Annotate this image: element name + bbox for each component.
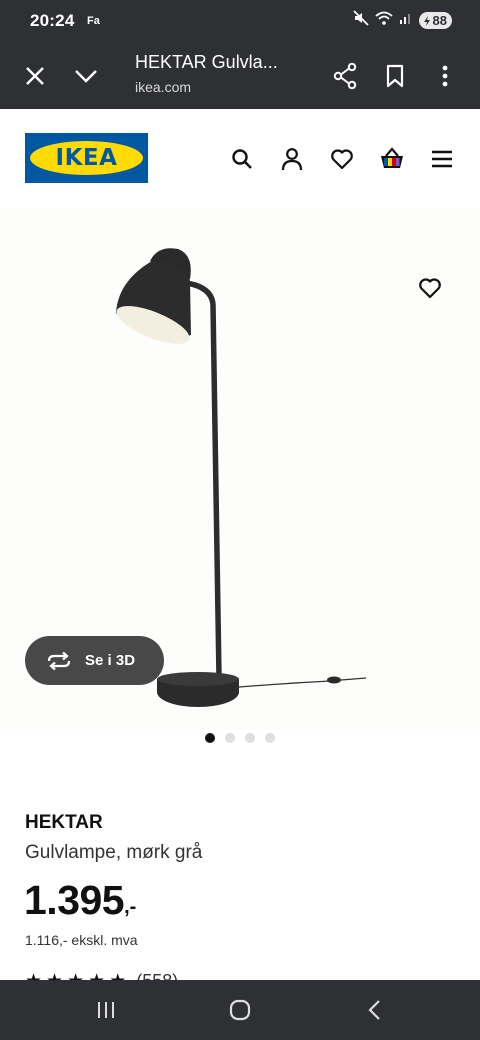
carousel-dot[interactable] [225,733,235,743]
status-app-indicator: Fa [87,15,100,27]
tab-title[interactable]: HEKTAR Gulvla... [135,52,278,73]
close-icon[interactable] [22,42,48,109]
view-3d-label: Se i 3D [85,652,136,669]
battery-icon: 88 [418,12,452,29]
price-suffix: ,- [124,896,137,918]
bookmark-icon[interactable] [383,42,407,109]
price-excl-vat: 1.116,- ekskl. mva [25,932,138,948]
wifi-icon [374,10,393,31]
mute-icon [352,10,369,31]
home-icon[interactable] [210,980,270,1040]
logo-oval: IKEA [30,141,143,175]
search-icon[interactable] [227,144,257,174]
heart-icon[interactable] [327,144,357,174]
back-icon[interactable] [345,980,405,1040]
battery-level: 88 [432,13,447,28]
logo-text: IKEA [55,145,118,171]
carousel-dot[interactable] [205,733,215,743]
favorite-button[interactable] [413,271,447,305]
browser-toolbar: HEKTAR Gulvla... ikea.com [0,42,480,109]
status-time: 20:24 [30,11,75,30]
status-icons: 88 [352,10,452,31]
product-price: 1.395 ,- [24,876,136,924]
site-header: IKEA [0,109,480,209]
price-amount: 1.395 [24,877,125,923]
carousel-dot[interactable] [245,733,255,743]
carousel-dot[interactable] [265,733,275,743]
more-vert-icon[interactable] [435,42,455,109]
system-nav-bar [0,980,480,1040]
ikea-logo[interactable]: IKEA [25,133,148,183]
menu-icon[interactable] [427,144,457,174]
account-icon[interactable] [277,144,307,174]
carousel-dots [0,733,480,743]
basket-icon[interactable] [377,144,407,174]
tab-url[interactable]: ikea.com [135,79,191,95]
view-3d-button[interactable]: Se i 3D [25,636,164,685]
rotate-3d-icon [47,651,71,670]
product-description: Gulvlampe, mørk grå [25,842,203,863]
chevron-down-icon[interactable] [72,42,100,109]
recent-apps-icon[interactable] [76,980,136,1040]
heart-outline-icon [419,278,441,299]
product-name: HEKTAR [25,812,103,833]
product-image-gallery[interactable]: Se i 3D [0,209,480,729]
signal-icon [399,11,413,30]
share-icon[interactable] [331,42,359,109]
status-bar: 20:24 Fa 88 [0,0,480,42]
